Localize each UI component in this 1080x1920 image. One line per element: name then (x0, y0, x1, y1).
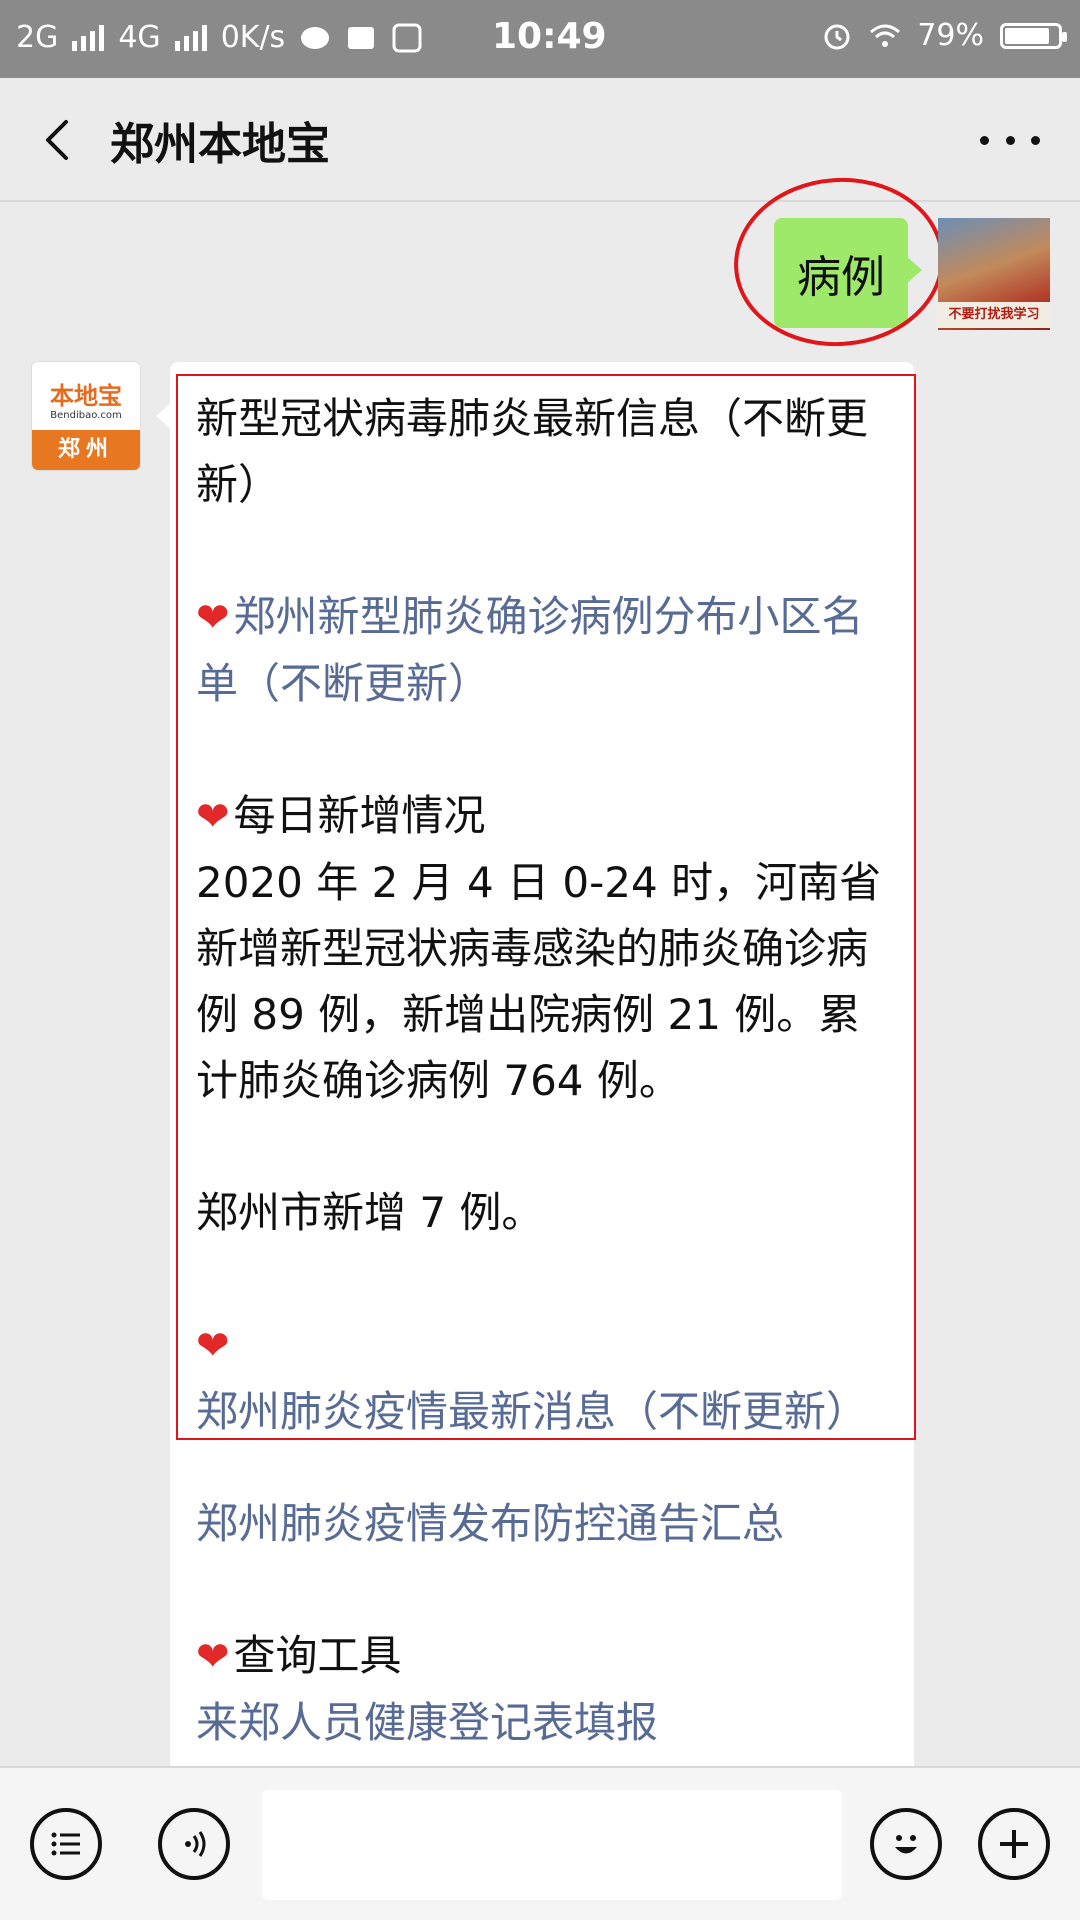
avatar-caption: 不要打扰我学习 (938, 302, 1050, 328)
bot-message-content: 新型冠状病毒肺炎最新信息（不断更新） ❤郑州新型肺炎确诊病例分布小区名单（不断更… (196, 386, 896, 1756)
section-tools-heading: 查询工具 (233, 1631, 402, 1680)
plus-icon[interactable] (978, 1808, 1050, 1880)
heart-icon: ❤ (196, 1323, 230, 1369)
back-icon[interactable] (30, 110, 90, 170)
network-label-4g: 4G (118, 20, 161, 55)
message-input[interactable] (262, 1790, 842, 1900)
signal-icon (72, 24, 105, 51)
user-avatar[interactable]: 不要打扰我学习 (938, 218, 1050, 330)
avatar-url-text: Bendibao.com (50, 410, 122, 421)
message-title: 新型冠状病毒肺炎最新信息（不断更新） (196, 394, 869, 509)
signal-icon-2 (174, 24, 207, 51)
daily-stats-text: 2020 年 2 月 4 日 0-24 时，河南省新增新型冠状病毒感染的肺炎确诊… (196, 858, 882, 1105)
link-health-registration[interactable]: 来郑人员健康登记表填报 (196, 1698, 658, 1747)
battery-percent: 79% (917, 18, 984, 53)
zhengzhou-stats-text: 郑州市新增 7 例。 (196, 1188, 544, 1237)
avatar-brand-text: 本地宝 (50, 382, 122, 410)
network-speed: 0K/s (220, 20, 286, 55)
link-notices-summary[interactable]: 郑州肺炎疫情发布防控通告汇总 (196, 1499, 784, 1548)
section-daily-heading: 每日新增情况 (233, 791, 486, 840)
alipay-notification-icon (392, 23, 422, 52)
link-case-distribution[interactable]: 郑州新型肺炎确诊病例分布小区名单（不断更新） (196, 592, 864, 708)
menu-list-icon[interactable] (30, 1808, 102, 1880)
link-latest-news[interactable]: 郑州肺炎疫情最新消息（不断更新） (196, 1387, 868, 1436)
more-icon[interactable] (980, 112, 1040, 168)
heart-icon: ❤ (196, 794, 230, 840)
battery-icon (1000, 22, 1067, 49)
message-notification-icon (348, 26, 375, 49)
voice-icon[interactable] (158, 1808, 230, 1880)
alarm-icon (824, 24, 850, 49)
heart-icon: ❤ (196, 595, 230, 641)
nav-bar: 郑州本地宝 (0, 78, 1080, 202)
network-label-2g: 2G (16, 20, 59, 55)
status-time: 10:49 (492, 16, 607, 57)
emoji-icon[interactable] (870, 1808, 942, 1880)
official-account-avatar[interactable]: 本地宝 Bendibao.com 郑州 (32, 362, 140, 470)
chat-title: 郑州本地宝 (110, 119, 330, 170)
input-bar (0, 1766, 1080, 1920)
status-bar: 2G 4G 0K/s 10:49 79% (0, 0, 1080, 78)
app-notification-icon (301, 26, 330, 49)
heart-icon: ❤ (196, 1634, 230, 1680)
avatar-city-text: 郑州 (32, 430, 140, 470)
wifi-icon (870, 24, 901, 47)
